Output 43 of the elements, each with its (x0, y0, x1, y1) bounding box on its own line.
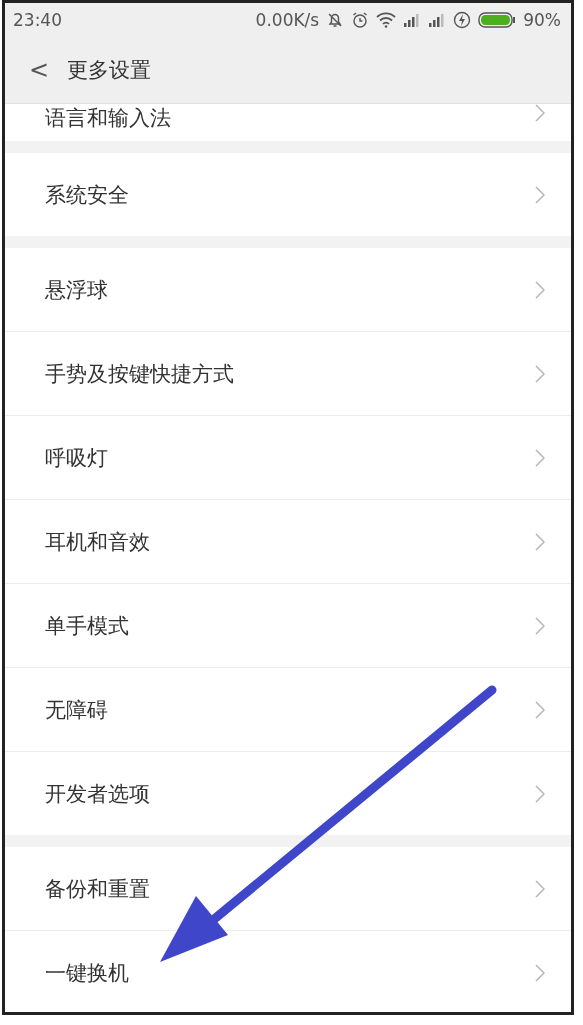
settings-item[interactable]: 呼吸灯 (5, 416, 571, 500)
wifi-icon (376, 12, 397, 28)
item-label: 语言和输入法 (45, 105, 171, 132)
back-button[interactable]: < (25, 56, 54, 84)
charging-icon (453, 11, 472, 29)
item-label: 悬浮球 (45, 276, 108, 304)
item-label: 单手模式 (45, 612, 129, 640)
settings-item[interactable]: 悬浮球 (5, 248, 571, 332)
settings-item[interactable]: 手势及按键快捷方式 (5, 332, 571, 416)
chevron-right-icon (535, 963, 545, 982)
chevron-right-icon (535, 364, 545, 383)
settings-item[interactable]: 一键换机 (5, 931, 571, 1012)
item-label: 开发者选项 (45, 780, 150, 808)
chevron-right-icon (535, 448, 545, 467)
chevron-right-icon (535, 532, 545, 551)
chevron-right-icon (535, 616, 545, 635)
settings-item[interactable]: 无障碍 (5, 668, 571, 752)
page-title: 更多设置 (67, 57, 152, 84)
settings-item[interactable]: 单手模式 (5, 584, 571, 668)
settings-item[interactable]: 开发者选项 (5, 752, 571, 835)
battery-icon (478, 12, 517, 28)
status-time: 23:40 (13, 10, 62, 30)
item-label: 备份和重置 (45, 875, 150, 903)
chevron-right-icon (535, 280, 545, 299)
signal-icon (428, 13, 447, 27)
chevron-right-icon (535, 104, 545, 122)
settings-item[interactable]: 系统安全 (5, 153, 571, 236)
item-label: 无障碍 (45, 696, 108, 724)
item-label: 系统安全 (45, 181, 129, 209)
chevron-right-icon (535, 879, 545, 898)
item-label: 一键换机 (45, 959, 129, 987)
chevron-right-icon (535, 784, 545, 803)
item-label: 手势及按键快捷方式 (45, 360, 234, 388)
battery-percent: 90% (523, 10, 561, 30)
settings-item[interactable]: 耳机和音效 (5, 500, 571, 584)
signal-icon (403, 13, 422, 27)
network-speed: 0.00K/s (255, 10, 320, 30)
chevron-right-icon (535, 185, 545, 204)
chevron-right-icon (535, 700, 545, 719)
item-label: 呼吸灯 (45, 444, 108, 472)
alarm-icon (351, 11, 370, 29)
settings-item[interactable]: 语言和输入法 (5, 104, 571, 141)
item-label: 耳机和音效 (45, 528, 150, 556)
